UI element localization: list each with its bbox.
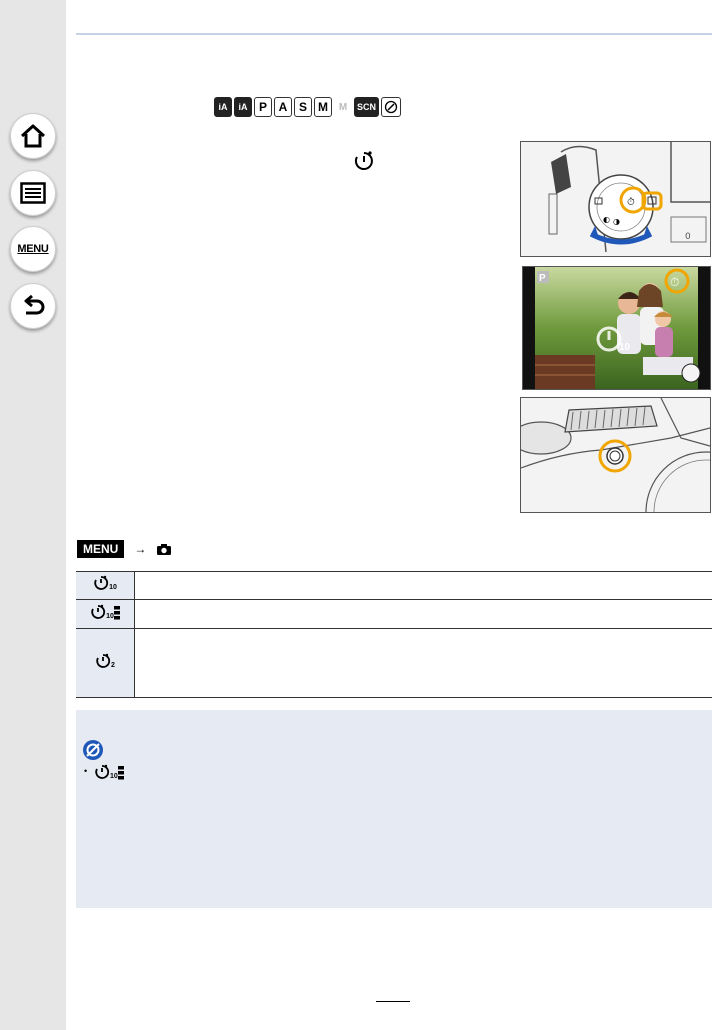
page-number-underline	[376, 1000, 410, 1002]
home-button[interactable]	[10, 113, 56, 159]
back-button[interactable]	[10, 283, 56, 329]
svg-text:◑: ◑	[613, 217, 620, 226]
mode-creative-icon	[381, 97, 402, 117]
option-icon-cell: 10	[76, 599, 135, 629]
monitor-photo-illustration: P ⏱ 10	[522, 266, 711, 390]
monitor-mode-badge: P	[539, 273, 546, 284]
back-arrow-icon	[24, 295, 45, 315]
list-icon	[20, 182, 46, 204]
self-timer-10-burst-icon: 10	[94, 764, 124, 780]
self-timer-options-table: 10 10 2	[76, 571, 712, 698]
mode-ia-icon: iA	[214, 97, 232, 117]
not-available-icon	[83, 740, 103, 760]
option-description	[134, 571, 712, 600]
menu-tag: MENU	[77, 540, 125, 558]
option-description	[134, 628, 712, 698]
bullet-dot: •	[84, 766, 88, 776]
svg-text:◐: ◐	[603, 215, 610, 224]
table-row: 2	[76, 628, 712, 698]
self-timer-2-icon: 2	[95, 653, 115, 669]
drive-dial-illustration: ◐ ◑ ⏱ 0	[520, 141, 711, 257]
header-rule	[76, 33, 712, 35]
mode-p-icon: P	[254, 97, 272, 117]
drive-mode-timer-icon	[352, 150, 376, 177]
brush-icon	[384, 100, 398, 114]
mode-movie-m-icon: M	[334, 97, 352, 117]
table-row: 10	[76, 571, 712, 600]
svg-text:⏱: ⏱	[670, 275, 679, 289]
mode-s-icon: S	[294, 97, 312, 117]
self-timer-10-icon: 10	[93, 575, 117, 591]
table-row: 10	[76, 599, 712, 629]
mode-a-icon: A	[274, 97, 292, 117]
menu-path: MENU →	[77, 540, 172, 558]
note-box: • 10	[76, 710, 712, 908]
applicable-modes: iA iA P A S M M SCN	[214, 97, 402, 117]
shutter-button-illustration	[520, 397, 711, 513]
mode-scn-icon: SCN	[354, 97, 380, 117]
option-description	[134, 599, 712, 629]
home-icon	[20, 124, 46, 148]
camera-icon	[157, 543, 172, 555]
svg-text:⏱: ⏱	[627, 197, 635, 208]
menu-button-label: MENU	[17, 243, 49, 255]
sidebar: MENU	[0, 0, 66, 1030]
option-icon-cell: 10	[76, 571, 135, 600]
svg-text:0: 0	[685, 232, 691, 242]
menu-button[interactable]: MENU	[10, 226, 56, 272]
monitor-timer-value: 10	[619, 342, 631, 353]
mode-m-icon: M	[314, 97, 332, 117]
option-icon-cell: 2	[76, 628, 135, 698]
mode-ia-plus-icon: iA	[234, 97, 252, 117]
arrow-right-icon: →	[134, 542, 147, 556]
contents-button[interactable]	[10, 170, 56, 216]
self-timer-10-burst-icon: 10	[90, 604, 120, 620]
